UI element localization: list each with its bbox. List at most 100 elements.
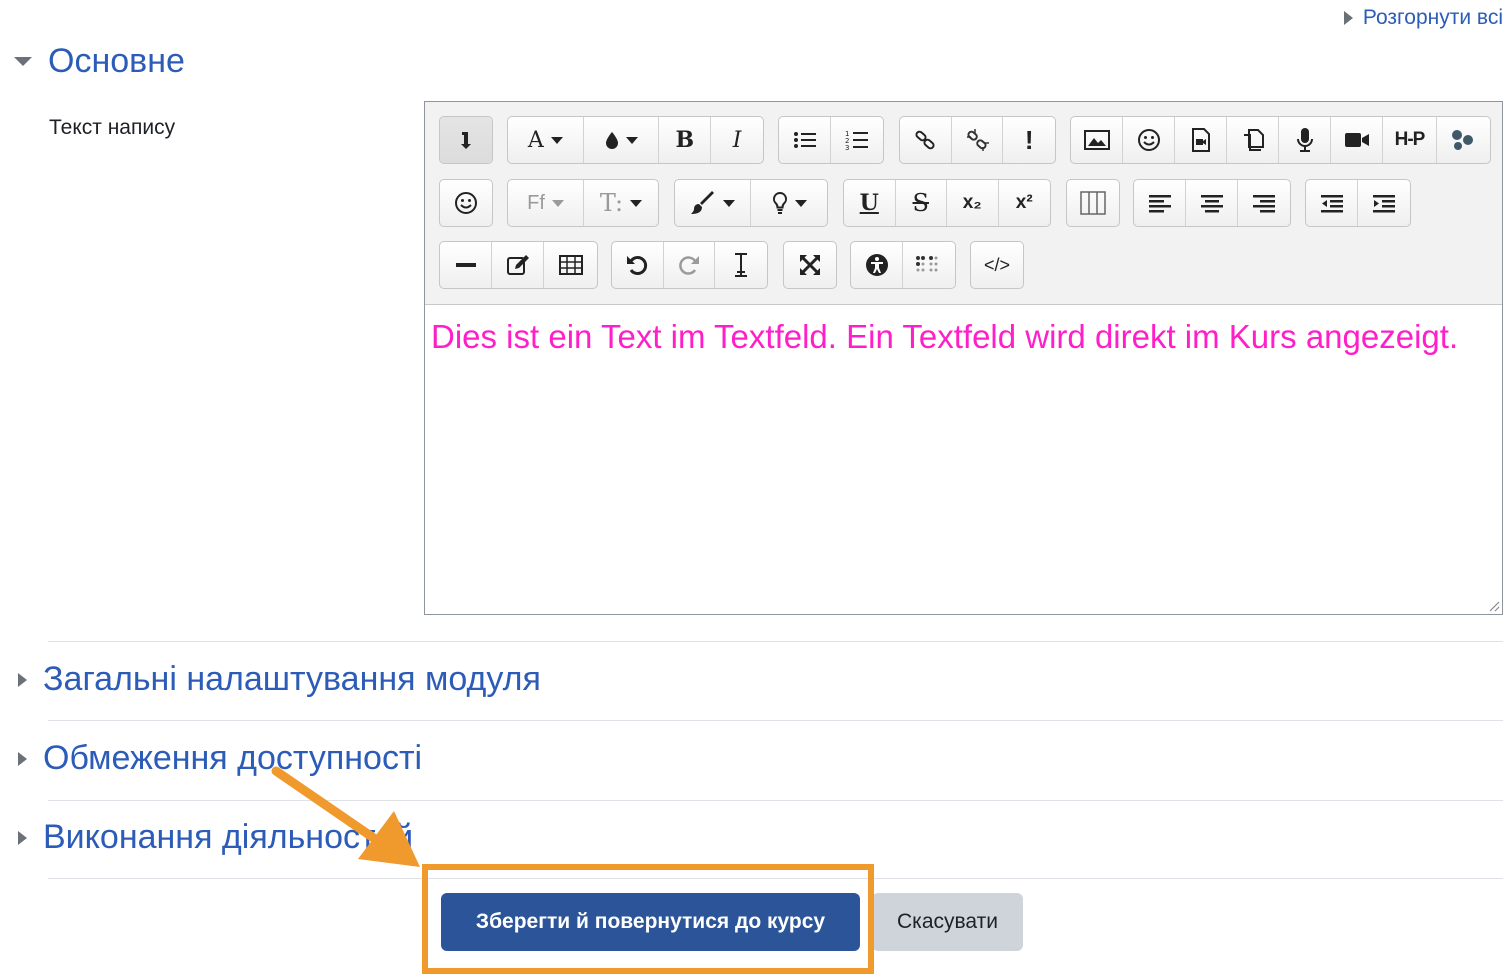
text-cursor-icon [735, 253, 748, 277]
edit-button[interactable] [492, 242, 544, 288]
cancel-button[interactable]: Скасувати [872, 893, 1023, 951]
align-center-icon [1200, 195, 1223, 213]
toolbar-group-indent [1305, 179, 1411, 227]
table-button[interactable] [544, 242, 597, 288]
toolbar-group-links: ! [899, 116, 1056, 164]
smiley-icon [455, 192, 477, 214]
expand-all-label: Розгорнути всі [1362, 6, 1503, 29]
section-module-settings-header[interactable]: Загальні налаштування модуля [18, 660, 541, 699]
drop-icon [605, 132, 618, 149]
subscript-button[interactable]: x₂ [947, 180, 999, 226]
accessibility-icon [865, 254, 888, 276]
unlink-button[interactable] [952, 117, 1004, 163]
caret-down-icon [14, 57, 32, 66]
accessibility-helper-button[interactable] [851, 242, 903, 288]
link-icon [915, 130, 935, 150]
underline-button[interactable]: U [844, 180, 896, 226]
unordered-list-button[interactable] [779, 117, 831, 163]
columns-icon [1080, 191, 1106, 215]
format-painter-button[interactable] [675, 180, 751, 226]
toolbar-group-lists: 123 [778, 116, 884, 164]
strikethrough-button[interactable]: S [896, 180, 947, 226]
align-center-button[interactable] [1186, 180, 1238, 226]
toolbar-group-html: </> [970, 241, 1024, 289]
toolbar-group-format [674, 179, 828, 227]
section-activity-completion-header[interactable]: Виконання діяльностей [18, 818, 413, 857]
files-icon [1243, 129, 1264, 151]
toolbar-group-fullscreen [783, 241, 837, 289]
toolbar-group-font: Ff T: [507, 179, 659, 227]
ordered-list-button[interactable]: 123 [831, 117, 883, 163]
toolbar-group-columns [1066, 179, 1120, 227]
h5p-button[interactable]: H-P [1383, 117, 1437, 163]
toolbar-group-align [1133, 179, 1291, 227]
toolbar-group-history [611, 241, 768, 289]
chevron-down-icon [551, 199, 564, 207]
show-more-buttons[interactable] [440, 117, 492, 163]
italic-button[interactable]: I [711, 117, 763, 163]
section-restrict-access-title: Обмеження доступності [43, 739, 423, 777]
record-video-button[interactable] [1331, 117, 1383, 163]
image-button[interactable] [1071, 117, 1123, 163]
multimedia-button[interactable] [1437, 117, 1489, 163]
horizontal-rule-button[interactable] [440, 242, 492, 288]
unlink-icon [967, 129, 989, 151]
braille-button[interactable] [903, 242, 955, 288]
video-camera-icon [1344, 133, 1369, 147]
fullscreen-button[interactable] [784, 242, 836, 288]
manage-files-button[interactable] [1227, 117, 1279, 163]
bubbles-icon [1452, 130, 1473, 150]
columns-button[interactable] [1067, 180, 1119, 226]
font-color-button[interactable]: A [508, 117, 584, 163]
horizontal-rule-icon [455, 263, 476, 267]
font-family-label: Ff [527, 191, 545, 214]
emoji-picker-button[interactable] [440, 180, 492, 226]
toolbar-group-accessibility [850, 241, 956, 289]
record-audio-button[interactable] [1279, 117, 1331, 163]
align-left-button[interactable] [1134, 180, 1186, 226]
font-family-button[interactable]: Ff [508, 180, 584, 226]
font-size-button[interactable]: T: [584, 180, 658, 226]
resize-handle-icon[interactable] [1488, 600, 1500, 612]
emoticon-button[interactable] [1123, 117, 1175, 163]
font-color-icon: A [527, 127, 544, 153]
section-activity-completion-title: Виконання діяльностей [43, 818, 414, 856]
clear-formatting-button[interactable] [715, 242, 767, 288]
smiley-icon [1137, 129, 1160, 151]
toolbar-group-textstyle: U S x₂ x² [843, 179, 1051, 227]
chevron-down-icon [625, 136, 638, 144]
align-right-button[interactable] [1238, 180, 1290, 226]
section-general-title: Основне [48, 42, 185, 80]
lightbulb-icon [772, 191, 787, 214]
chevron-down-icon [550, 136, 563, 144]
save-and-return-button[interactable]: Зберегти й повернутися до курсу [441, 893, 860, 951]
link-button[interactable] [900, 117, 952, 163]
redo-button[interactable] [664, 242, 716, 288]
file-video-icon [1191, 128, 1210, 152]
accessibility-checker-button[interactable]: ! [1003, 117, 1055, 163]
background-color-button[interactable] [584, 117, 660, 163]
tips-button[interactable] [751, 180, 827, 226]
outdent-button[interactable] [1306, 180, 1358, 226]
editor-toolbar: A B I 123 ! H-P Ff T: U S x₂ x² </> [425, 102, 1502, 305]
editor-content[interactable]: Dies ist ein Text im Textfeld. Ein Textf… [431, 310, 1482, 364]
toolbar-group-style: A B I [507, 116, 764, 164]
arrow-down-icon [461, 132, 471, 149]
numbered-list-icon: 123 [845, 130, 868, 151]
undo-button[interactable] [612, 242, 664, 288]
section-module-settings-title: Загальні налаштування модуля [43, 660, 541, 698]
toolbar-group-collapse [439, 116, 493, 164]
bold-button[interactable]: B [659, 117, 712, 163]
section-general-header[interactable]: Основне [14, 42, 185, 81]
superscript-button[interactable]: x² [999, 180, 1051, 226]
section-restrict-access-header[interactable]: Обмеження доступності [18, 739, 422, 778]
indent-button[interactable] [1358, 180, 1410, 226]
image-icon [1083, 130, 1110, 150]
expand-all-link[interactable]: Розгорнути всі [1343, 6, 1503, 30]
toolbar-group-emoji [439, 179, 493, 227]
html-source-button[interactable]: </> [971, 242, 1023, 288]
caret-right-icon [18, 751, 27, 766]
chevron-down-icon [630, 199, 643, 207]
align-left-icon [1148, 195, 1171, 213]
media-button[interactable] [1175, 117, 1227, 163]
